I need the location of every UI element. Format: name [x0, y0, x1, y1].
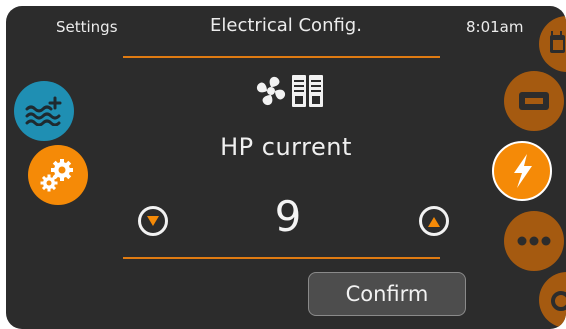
clock-time: 8:01am: [466, 18, 524, 36]
confirm-button[interactable]: Confirm: [308, 272, 466, 316]
display-button[interactable]: [504, 71, 564, 131]
water-temperature-button[interactable]: [14, 81, 74, 141]
fan-heat-pump-icon: [254, 73, 328, 109]
top-divider: [123, 56, 440, 58]
spa-control-screen: Settings Electrical Config. 8:01am HP cu…: [6, 6, 566, 329]
triangle-up-icon: [428, 212, 440, 231]
bottom-divider: [123, 257, 440, 259]
triangle-down-icon: [147, 212, 159, 231]
parameter-value: 9: [274, 192, 302, 241]
increase-button[interactable]: [419, 206, 449, 236]
power-icon: [549, 288, 566, 312]
clock-schedule-icon: [547, 31, 565, 57]
display-panel-icon: [518, 91, 550, 111]
more-options-icon: [517, 236, 551, 246]
decrease-button[interactable]: [138, 206, 168, 236]
gears-settings-icon: [40, 158, 76, 192]
more-options-button[interactable]: [504, 211, 564, 271]
parameter-label: HP current: [220, 133, 352, 161]
power-button[interactable]: [539, 272, 566, 328]
water-temperature-icon: [25, 96, 63, 126]
